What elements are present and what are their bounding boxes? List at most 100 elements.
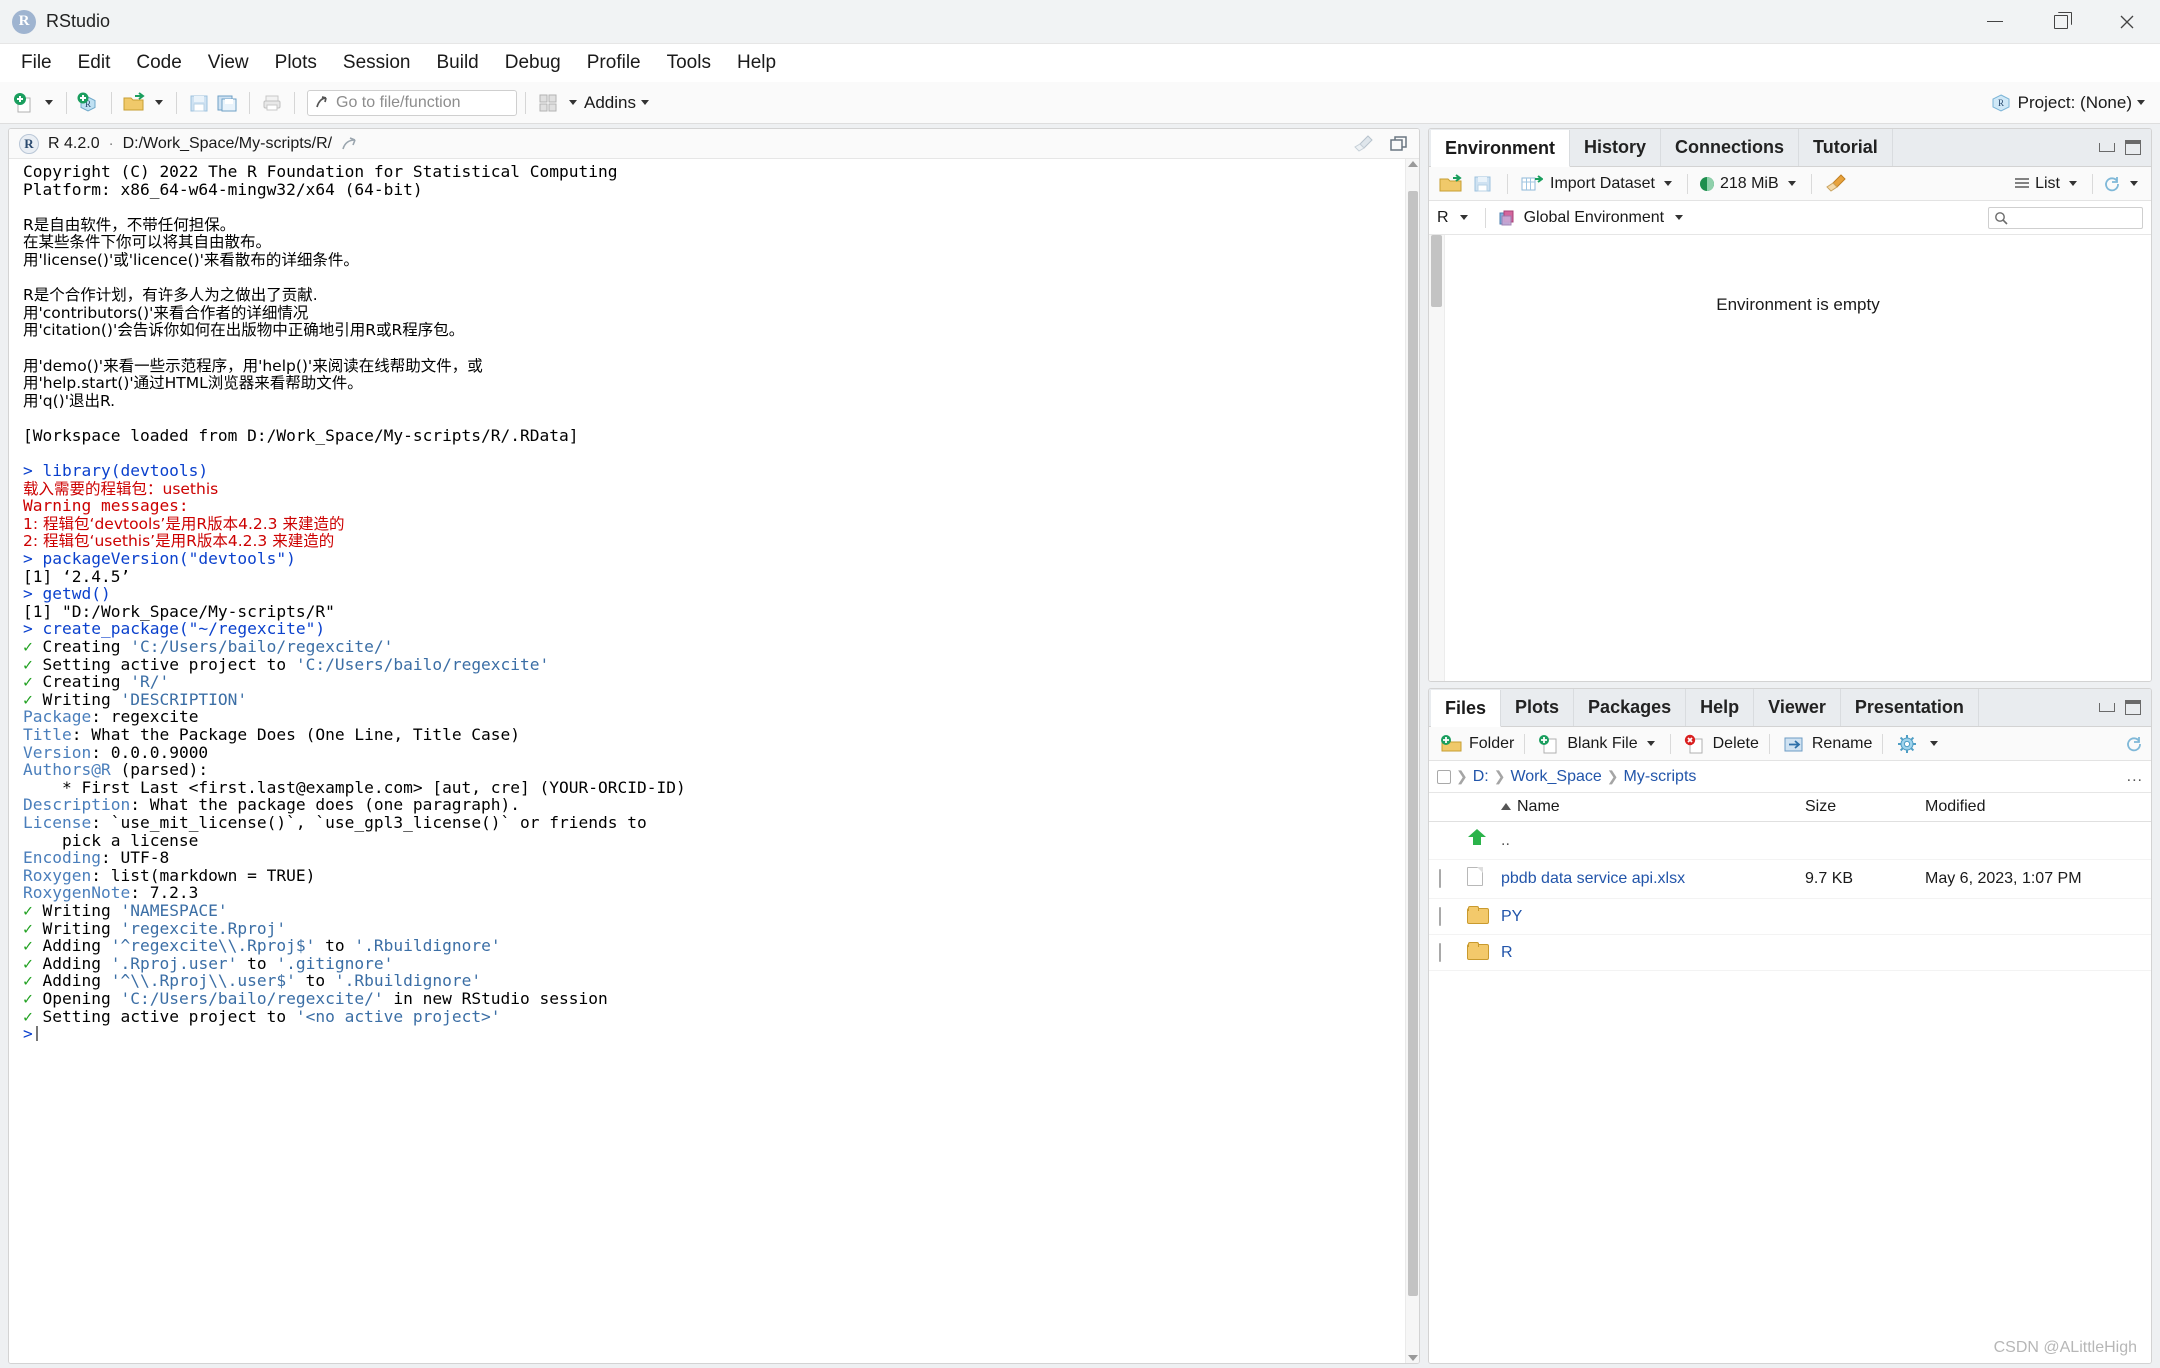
maximize-window-button[interactable] [2028,0,2094,44]
file-name-link[interactable]: pbdb data service api.xlsx [1501,870,1685,887]
minimize-pane-icon[interactable] [2099,703,2115,712]
pane-layout-button[interactable] [534,89,562,117]
view-mode-caret[interactable] [2069,181,2077,186]
project-selector-label[interactable]: Project: (None) [2018,93,2132,113]
menu-profile[interactable]: Profile [574,48,654,78]
row-name-cell[interactable]: .. [1497,821,1801,860]
files-header-name[interactable]: Name [1497,793,1801,822]
goto-file-input[interactable]: Go to file/function [336,94,461,112]
new-file-button[interactable] [10,89,38,117]
row-name-cell[interactable]: PY [1497,898,1801,935]
project-selector-caret[interactable] [2137,100,2145,105]
environment-scope-label[interactable]: Global Environment [1524,209,1665,227]
console-working-directory[interactable]: D:/Work_Space/My-scripts/R/ [123,135,333,153]
delete-label[interactable]: Delete [1713,735,1759,753]
import-dataset-caret[interactable] [1663,181,1672,186]
menu-session[interactable]: Session [330,48,424,78]
file-name-link[interactable]: R [1501,944,1513,961]
table-row[interactable]: R [1429,934,2151,971]
console-scroll-thumb[interactable] [1408,190,1418,1296]
save-all-button[interactable] [213,89,241,117]
menu-debug[interactable]: Debug [492,48,574,78]
maximize-pane-icon[interactable] [2125,700,2141,715]
language-selector-caret[interactable] [1459,215,1468,220]
popout-icon[interactable] [341,136,359,152]
clear-console-icon[interactable] [1352,134,1374,154]
delete-button[interactable] [1681,730,1709,758]
scroll-down-arrow-icon[interactable] [1407,1355,1418,1361]
tab-packages[interactable]: Packages [1574,689,1687,726]
new-folder-label[interactable]: Folder [1469,735,1514,753]
new-folder-button[interactable] [1437,730,1465,758]
environment-scope-caret[interactable] [1675,215,1684,220]
table-row[interactable]: PY [1429,898,2151,935]
memory-usage-caret[interactable] [1787,181,1796,186]
breadcrumb-item-2[interactable]: My-scripts [1624,768,1697,786]
import-dataset-label[interactable]: Import Dataset [1550,175,1655,193]
load-workspace-button[interactable] [1437,170,1465,198]
menu-plots[interactable]: Plots [262,48,330,78]
console-scroll-track[interactable] [1406,167,1419,1355]
row-name-cell[interactable]: R [1497,934,1801,971]
refresh-caret[interactable] [2130,181,2138,186]
addins-caret[interactable] [640,100,649,105]
blank-file-button[interactable] [1535,730,1563,758]
tab-history[interactable]: History [1570,129,1662,166]
addins-label[interactable]: Addins [584,93,636,113]
environment-search-box[interactable] [1988,206,2143,229]
breadcrumb-more-button[interactable]: ... [2127,768,2143,786]
file-name-link[interactable]: PY [1501,908,1522,925]
table-row[interactable]: pbdb data service api.xlsx 9.7 KB May 6, 2… [1429,859,2151,899]
more-settings-button[interactable] [1893,730,1921,758]
row-checkbox[interactable] [1439,942,1441,962]
file-name-link[interactable]: .. [1501,832,1510,849]
console-output[interactable]: Copyright (C) 2022 The R Foundation for … [9,159,1405,1363]
tab-viewer[interactable]: Viewer [1754,689,1841,726]
goto-file-function-box[interactable]: Go to file/function [307,89,517,116]
print-button[interactable] [258,89,286,117]
menu-tools[interactable]: Tools [654,48,724,78]
language-selector-label[interactable]: R [1437,209,1449,227]
files-header-modified[interactable]: Modified [1921,793,2151,822]
menu-help[interactable]: Help [724,48,789,78]
row-checkbox[interactable] [1439,906,1441,926]
save-workspace-button[interactable] [1469,170,1497,198]
close-window-button[interactable] [2094,0,2160,44]
tab-files[interactable]: Files [1431,690,1502,727]
breadcrumb-item-0[interactable]: D: [1473,768,1489,786]
minimize-pane-icon[interactable] [2099,143,2115,152]
refresh-icon[interactable] [2125,735,2143,753]
open-file-dropdown-caret[interactable] [155,100,163,105]
clear-environment-button[interactable] [1822,170,1850,198]
blank-file-label[interactable]: Blank File [1567,735,1637,753]
row-name-cell[interactable]: pbdb data service api.xlsx [1497,859,1801,899]
row-checkbox[interactable] [1439,869,1441,888]
console-scrollbar[interactable] [1405,159,1419,1363]
tab-plots[interactable]: Plots [1501,689,1575,726]
menu-file[interactable]: File [8,48,65,78]
menu-code[interactable]: Code [123,48,194,78]
tab-presentation[interactable]: Presentation [1841,689,1979,726]
import-dataset-button[interactable] [1518,170,1546,198]
refresh-icon[interactable] [2103,175,2121,193]
tab-help[interactable]: Help [1686,689,1755,726]
save-button[interactable] [185,89,213,117]
maximize-pane-icon[interactable] [1389,135,1409,153]
maximize-pane-icon[interactable] [2125,140,2141,155]
open-file-button[interactable] [120,89,148,117]
tab-connections[interactable]: Connections [1661,129,1800,166]
menu-view[interactable]: View [195,48,262,78]
rename-label[interactable]: Rename [1812,735,1872,753]
files-header-size[interactable]: Size [1801,793,1921,822]
new-file-dropdown-caret[interactable] [45,100,53,105]
menu-edit[interactable]: Edit [65,48,124,78]
memory-usage-label[interactable]: 218 MiB [1720,175,1779,193]
more-settings-caret[interactable] [1930,741,1939,746]
select-all-checkbox[interactable] [1437,769,1451,784]
minimize-window-button[interactable] [1962,0,2028,44]
breadcrumb-item-1[interactable]: Work_Space [1510,768,1601,786]
environment-scroll-thumb[interactable] [1431,235,1442,307]
tab-environment[interactable]: Environment [1431,130,1571,167]
menu-build[interactable]: Build [424,48,492,78]
rename-button[interactable] [1780,730,1808,758]
